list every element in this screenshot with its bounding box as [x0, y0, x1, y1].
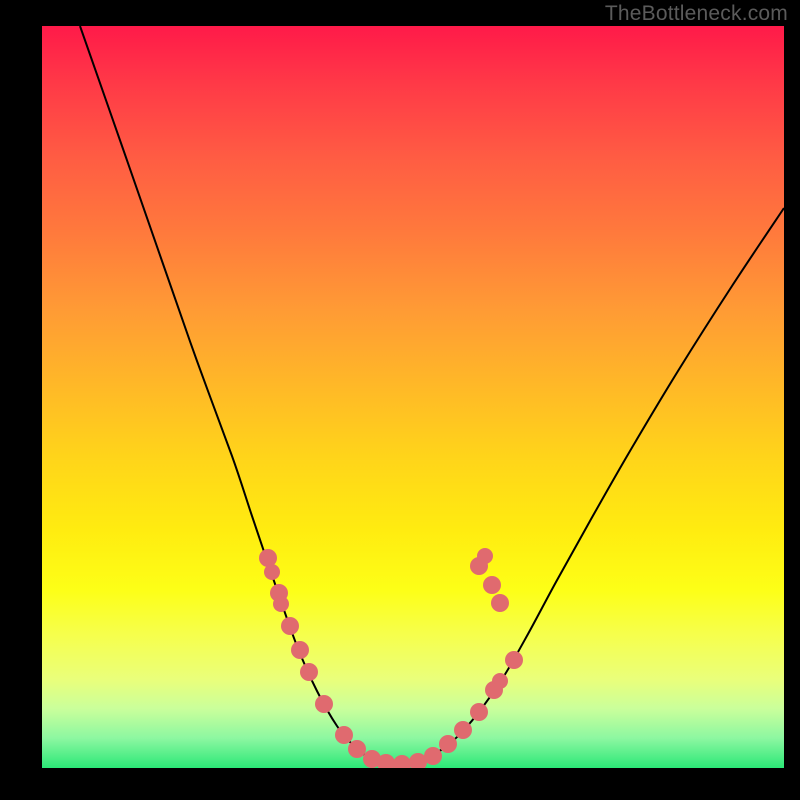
bottleneck-curve [80, 26, 784, 764]
curve-marker [483, 576, 501, 594]
curve-marker [315, 695, 333, 713]
curve-marker [348, 740, 366, 758]
curve-marker [259, 549, 277, 567]
curve-marker [505, 651, 523, 669]
curve-marker [291, 641, 309, 659]
curve-marker [492, 673, 508, 689]
chart-stage: TheBottleneck.com [0, 0, 800, 800]
curve-marker [477, 548, 493, 564]
curve-marker [454, 721, 472, 739]
curve-markers [259, 548, 523, 768]
curve-marker [393, 755, 411, 768]
curve-marker [273, 596, 289, 612]
curve-marker [281, 617, 299, 635]
curve-marker [470, 703, 488, 721]
curve-marker [300, 663, 318, 681]
curve-marker [424, 747, 442, 765]
attribution-text: TheBottleneck.com [605, 2, 788, 26]
curve-marker [335, 726, 353, 744]
chart-svg [42, 26, 784, 768]
curve-marker [439, 735, 457, 753]
curve-marker [264, 564, 280, 580]
plot-area [42, 26, 784, 768]
curve-marker [491, 594, 509, 612]
